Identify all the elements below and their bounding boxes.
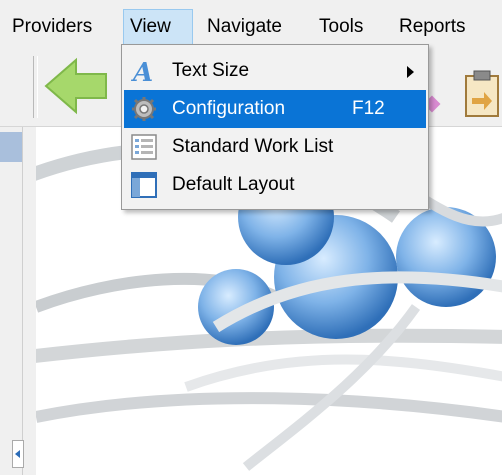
menu-navigate[interactable]: Navigate (201, 9, 288, 45)
menu-item-label: Text Size (172, 60, 250, 81)
menu-providers[interactable]: Providers (6, 9, 98, 45)
clipboard-icon[interactable] (462, 68, 502, 118)
menu-item-label: Standard Work List (172, 136, 334, 157)
layout-icon (131, 172, 157, 198)
left-panel-accent (0, 132, 22, 162)
menu-item-label: Configuration (172, 98, 286, 119)
menu-reports[interactable]: Reports (393, 9, 472, 45)
toolbar-grip[interactable] (33, 56, 38, 118)
svg-text:A: A (130, 58, 153, 85)
menu-item-configuration[interactable]: Configuration F12 (124, 90, 426, 128)
scroll-left-button[interactable] (12, 440, 24, 468)
list-icon (131, 134, 157, 160)
back-arrow-icon[interactable] (42, 54, 112, 118)
menu-item-shortcut: F12 (352, 98, 385, 119)
menu-item-standard-work-list[interactable]: Standard Work List (124, 128, 426, 166)
menu-item-text-size[interactable]: A Text Size (124, 52, 426, 90)
menu-tools[interactable]: Tools (313, 9, 369, 45)
left-panel (0, 127, 23, 475)
gear-icon (132, 97, 156, 121)
view-menu-dropdown: A Text Size Configuration F12 Standard W… (121, 44, 429, 210)
menu-item-label: Default Layout (172, 174, 295, 195)
menu-bar: Providers View Navigate Tools Reports (0, 0, 502, 46)
submenu-arrow-icon (407, 66, 414, 78)
text-size-icon: A (130, 58, 153, 85)
menu-view[interactable]: View (123, 9, 193, 45)
menu-item-default-layout[interactable]: Default Layout (124, 166, 426, 204)
